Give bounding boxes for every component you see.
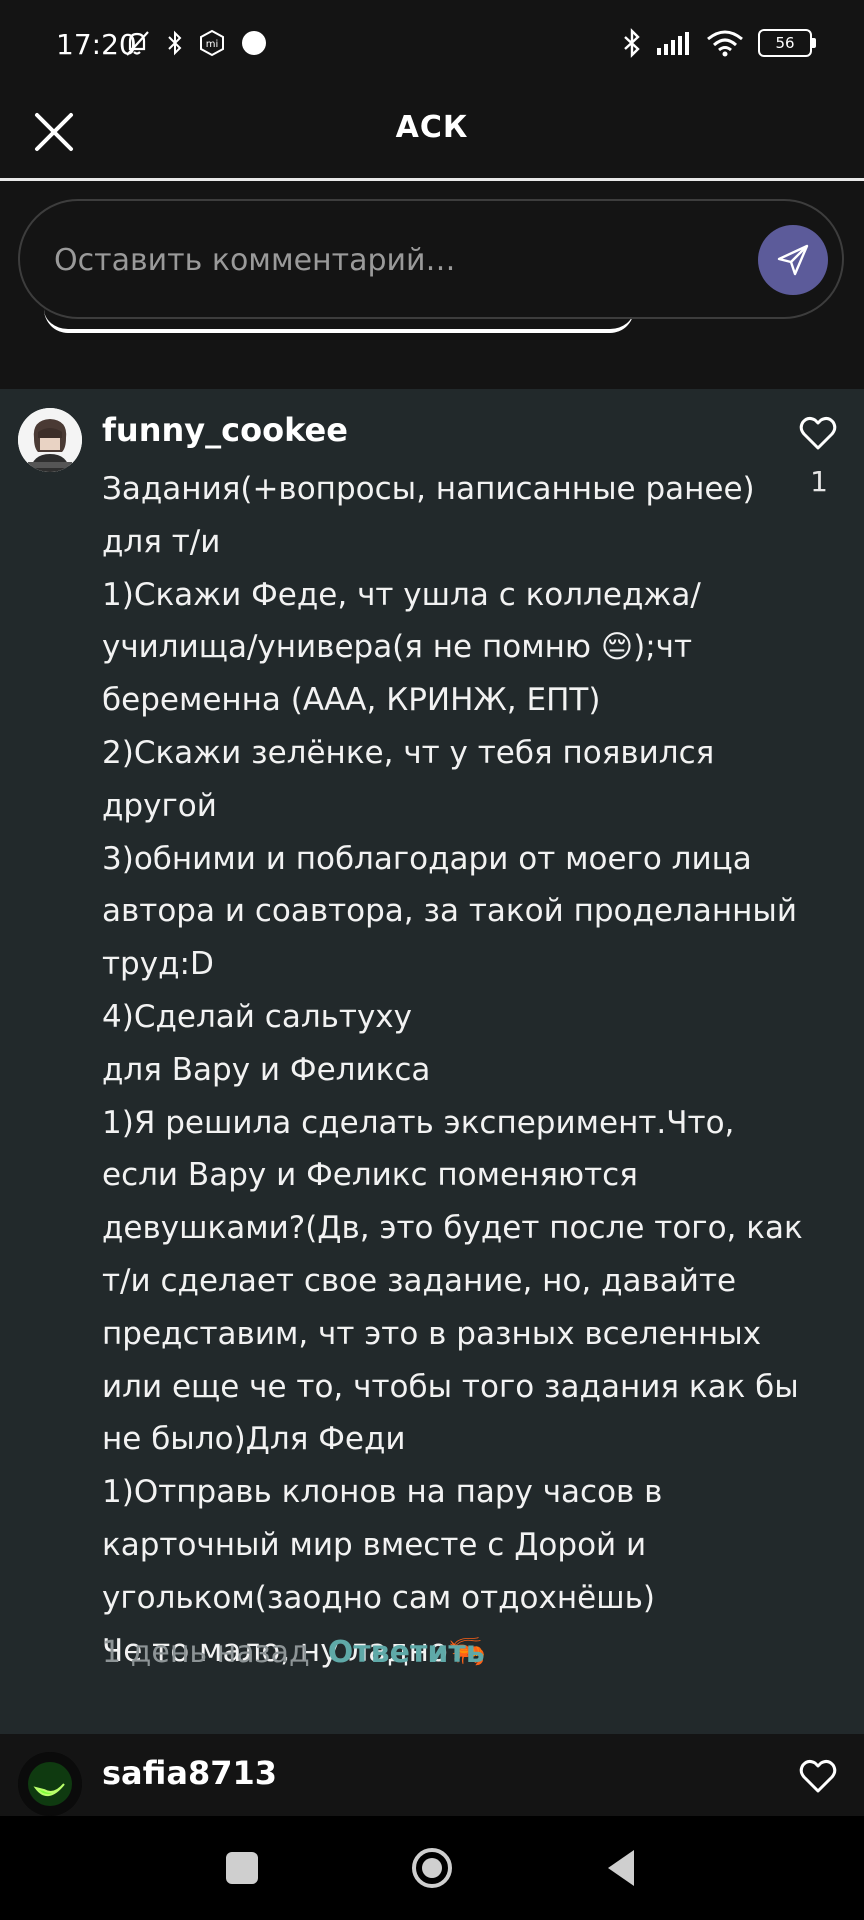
battery-level: 56 bbox=[775, 34, 795, 52]
avatar[interactable] bbox=[18, 408, 82, 472]
comment-line: 3)обними и поблагодари от моего лица bbox=[102, 840, 752, 877]
dot-icon bbox=[242, 31, 266, 55]
comment-line: 4)Сделай сальтуху bbox=[102, 998, 412, 1035]
comment-line: карточный мир вместе с Дорой и bbox=[102, 1526, 647, 1563]
status-bar: 17:20 mi 56 bbox=[0, 0, 864, 94]
home-button[interactable] bbox=[410, 1846, 454, 1890]
heart-icon[interactable] bbox=[798, 1756, 838, 1796]
comment-item: funny_cookee 1 Задания(+вопросы, написан… bbox=[0, 389, 864, 1734]
user-avatar-image bbox=[18, 1752, 82, 1816]
comment-line: т/и сделает свое задание, но, давайте bbox=[102, 1262, 737, 1299]
bluetooth-icon bbox=[168, 30, 182, 56]
comment-line: или еще че то, чтобы того задания как бы bbox=[102, 1368, 799, 1405]
comment-line: училища/универа(я не помню 😔);чт bbox=[102, 629, 693, 666]
comment-item: safia8713 bbox=[0, 1734, 864, 1816]
comment-username[interactable]: safia8713 bbox=[102, 1754, 277, 1792]
app-header: АСК bbox=[0, 94, 864, 181]
signal-icon bbox=[657, 32, 689, 55]
heart-icon[interactable] bbox=[798, 413, 838, 453]
comment-line: Задания(+вопросы, написанные ранее) bbox=[102, 471, 755, 507]
avatar[interactable] bbox=[18, 1752, 82, 1816]
comment-line: автора и соавтора, за такой проделанный bbox=[102, 893, 797, 930]
comment-line: другой bbox=[102, 787, 217, 824]
mi-icon: mi bbox=[200, 29, 224, 57]
user-avatar-image bbox=[18, 408, 82, 472]
system-nav-bar bbox=[0, 1816, 864, 1920]
page-title: АСК bbox=[395, 110, 469, 145]
svg-text:mi: mi bbox=[206, 39, 219, 50]
wifi-icon bbox=[707, 30, 743, 57]
status-left-icons: mi bbox=[122, 28, 268, 58]
comment-line: для т/и bbox=[102, 523, 221, 560]
send-icon[interactable] bbox=[775, 242, 811, 278]
comment-timestamp: 1 день назад bbox=[102, 1635, 310, 1670]
comment-compose-area: Оставить комментарий… bbox=[0, 181, 864, 389]
status-right-icons: 56 bbox=[622, 28, 816, 58]
comment-line: беременна (ААА, КРИНЖ, ЕПТ) bbox=[102, 682, 601, 719]
comment-line: если Вару и Феликс поменяются bbox=[102, 1157, 638, 1194]
comment-line: 2)Скажи зелёнке, чт у тебя появился bbox=[102, 734, 715, 771]
comment-meta: 1 день назад Ответить bbox=[102, 1635, 485, 1670]
comment-line: угольком(заодно сам отдохнёшь) bbox=[102, 1579, 655, 1616]
comment-line: 1)Скажи Феде, чт ушла с колледжа/ bbox=[102, 576, 701, 613]
send-button[interactable] bbox=[758, 225, 828, 295]
reply-button[interactable]: Ответить bbox=[328, 1635, 485, 1670]
mute-bell-icon bbox=[126, 31, 149, 56]
comment-line: труд:D bbox=[102, 946, 214, 983]
comment-line: 1)Отправь клонов на пару часов в bbox=[102, 1474, 663, 1511]
comment-line: не было)Для Феди bbox=[102, 1421, 406, 1458]
like-count: 1 bbox=[810, 465, 828, 498]
bluetooth-icon bbox=[624, 28, 640, 58]
comment-line: девушками?(Дв, это будет после того, как bbox=[102, 1210, 803, 1247]
battery-icon: 56 bbox=[758, 29, 816, 57]
comment-text: Задания(+вопросы, написанные ранее) для … bbox=[102, 463, 803, 1677]
comment-username[interactable]: funny_cookee bbox=[102, 411, 348, 449]
comment-input-placeholder: Оставить комментарий… bbox=[54, 243, 456, 278]
back-button[interactable] bbox=[604, 1848, 638, 1888]
comment-line: 1)Я решила сделать эксперимент.Что, bbox=[102, 1104, 735, 1141]
comment-line: представим, чт это в разных вселенных bbox=[102, 1315, 762, 1352]
comment-line: для Вару и Феликса bbox=[102, 1051, 431, 1088]
recent-apps-button[interactable] bbox=[226, 1852, 258, 1884]
comment-input[interactable]: Оставить комментарий… bbox=[18, 199, 844, 319]
